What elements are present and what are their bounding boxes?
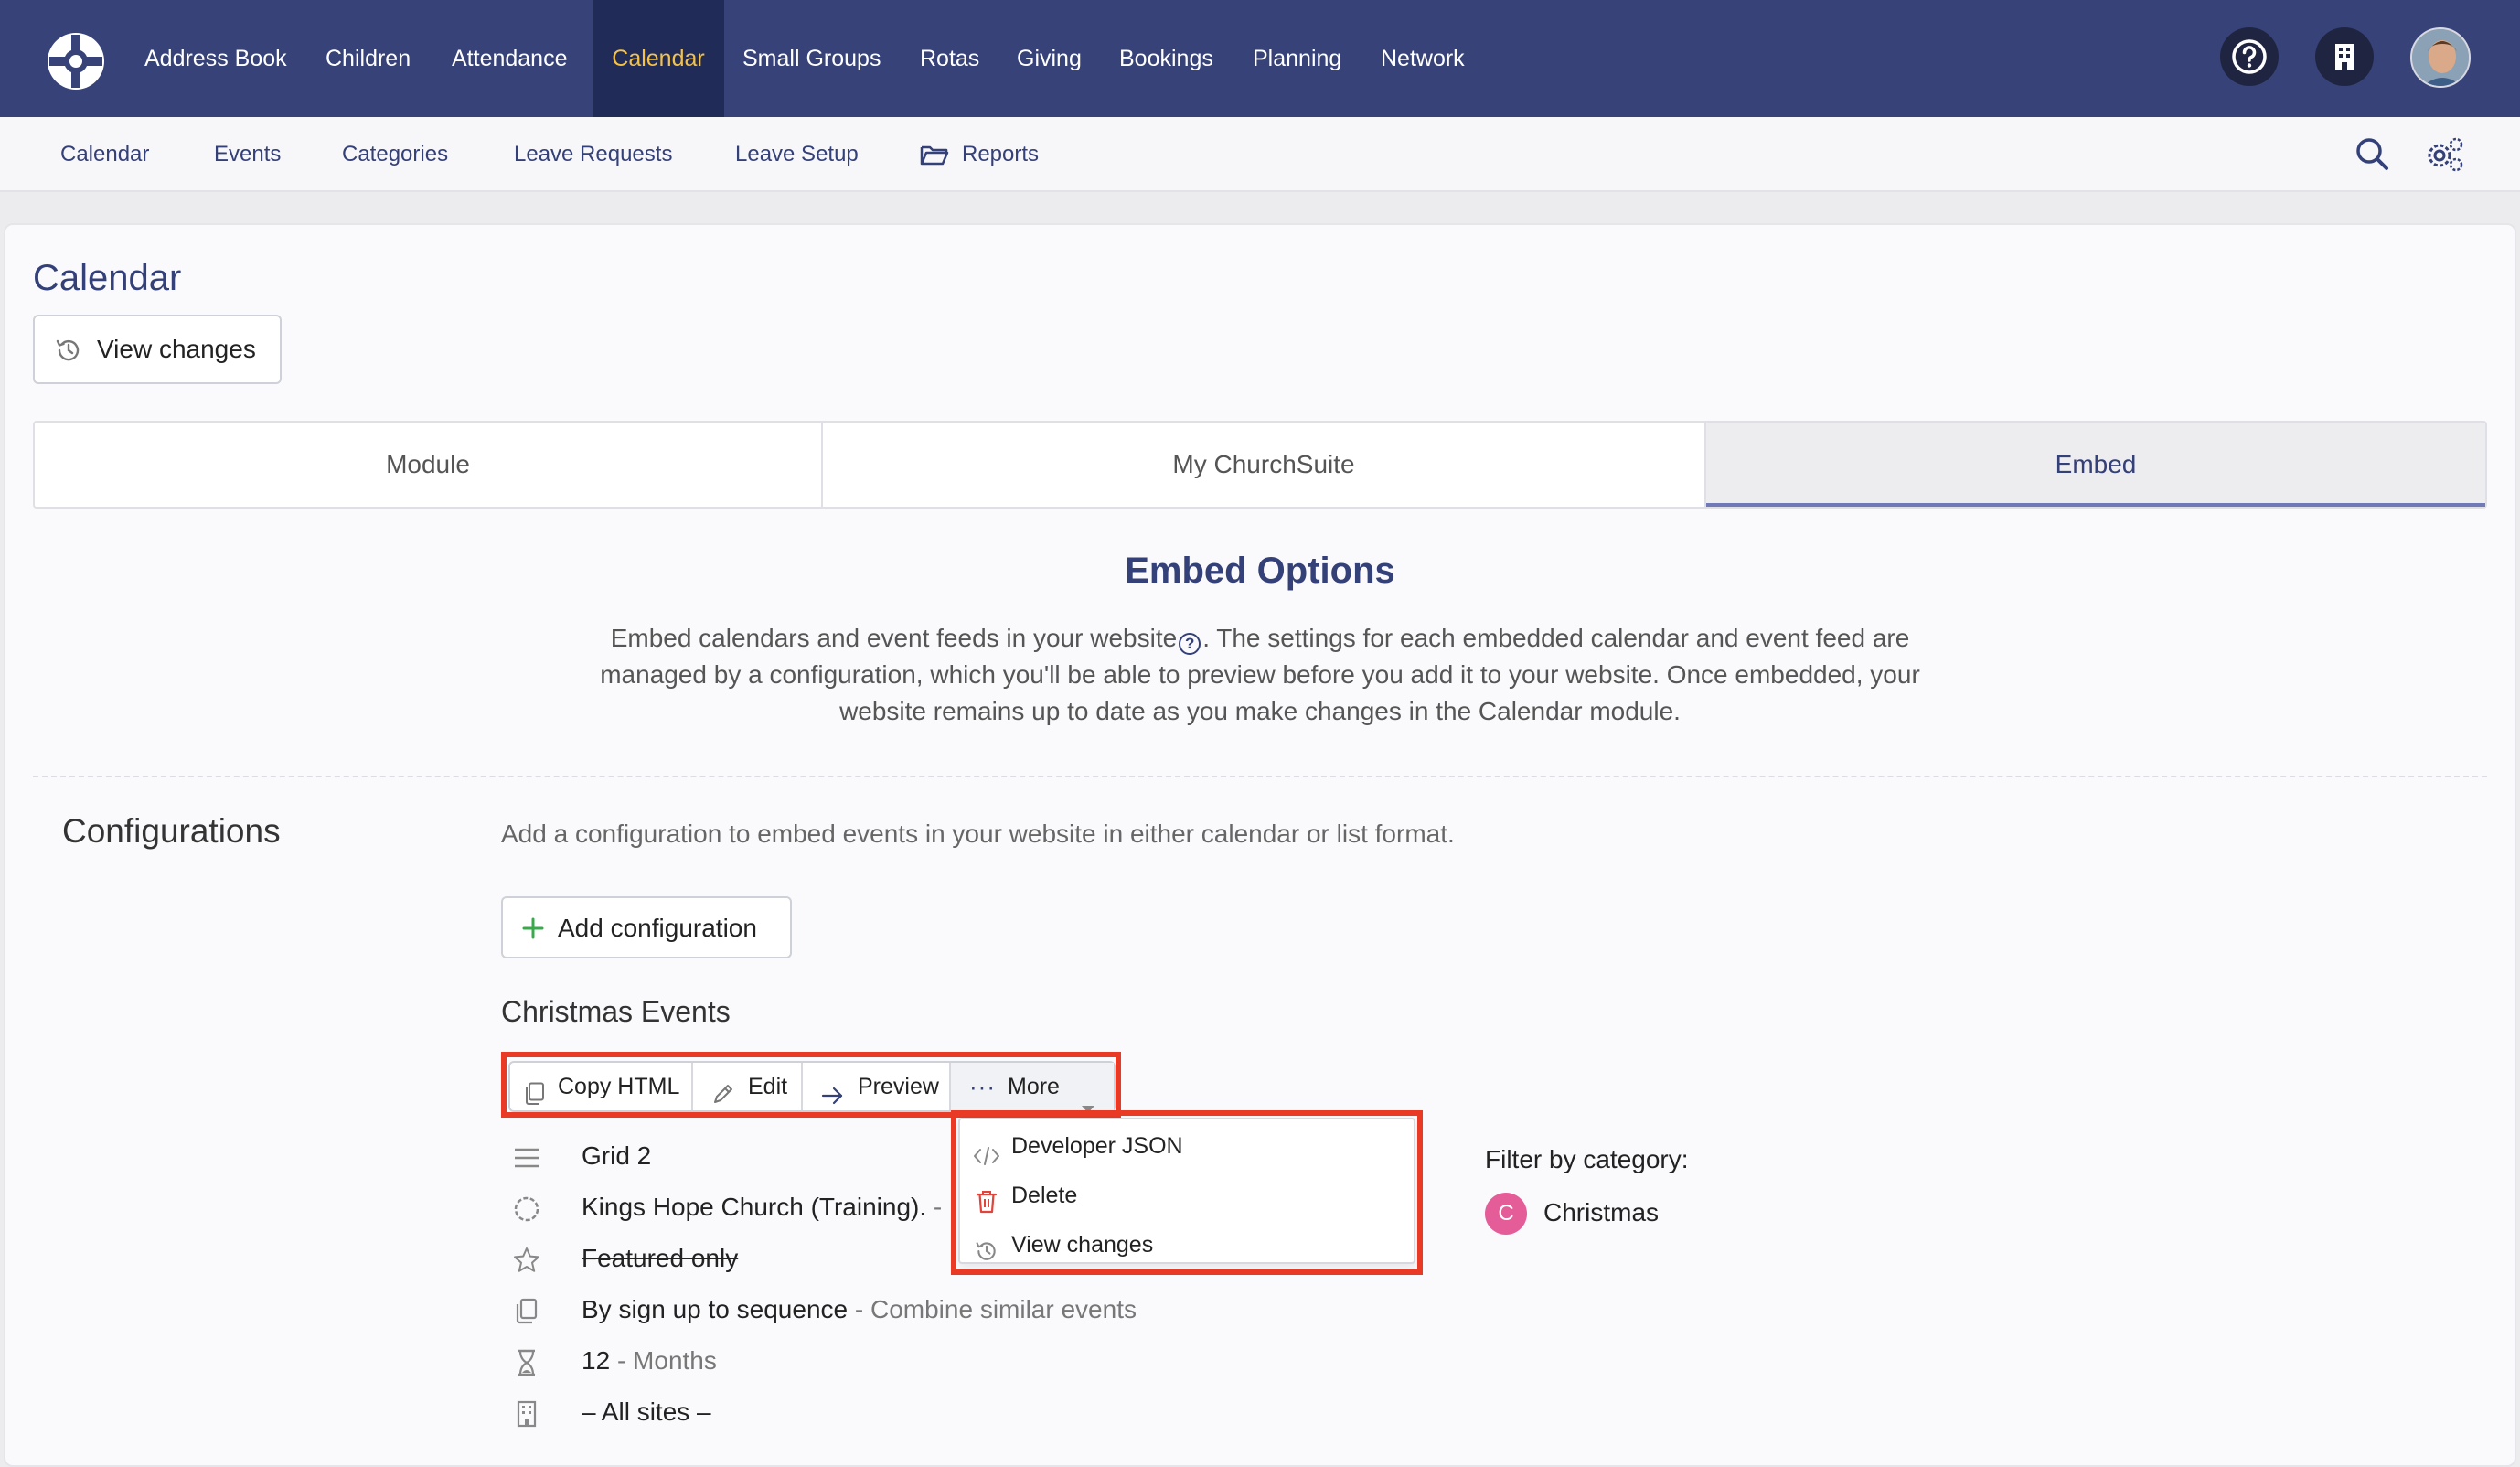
configurations-description: Add a configuration to embed events in y…	[501, 819, 1455, 848]
page-title: Calendar	[33, 258, 182, 298]
nav-bookings[interactable]: Bookings	[1119, 0, 1213, 117]
detail-site-value: Kings Hope Church (Training). -	[582, 1193, 942, 1222]
nav-planning[interactable]: Planning	[1253, 0, 1341, 117]
subnav-reports[interactable]: Reports	[962, 117, 1039, 192]
logo-icon[interactable]	[46, 31, 106, 91]
nav-attendance[interactable]: Attendance	[452, 0, 568, 117]
category-name: Christmas	[1543, 1198, 1660, 1226]
tab-module[interactable]: Module	[35, 423, 823, 507]
tab-embed[interactable]: Embed	[1706, 423, 2485, 507]
add-configuration-label: Add configuration	[558, 914, 757, 942]
embed-description-line-3: website remains up to date as you make c…	[839, 697, 1681, 725]
nav-small-groups[interactable]: Small Groups	[742, 0, 881, 117]
folder-icon	[920, 142, 949, 172]
subnav-calendar[interactable]: Calendar	[60, 117, 149, 192]
hourglass-icon	[512, 1348, 549, 1381]
filter-by-category-label: Filter by category:	[1485, 1145, 1689, 1173]
nav-calendar[interactable]: Calendar	[593, 0, 724, 117]
embed-description-line-1: Embed calendars and event feeds in your …	[0, 624, 2520, 655]
nav-network[interactable]: Network	[1381, 0, 1465, 117]
embed-description-line-2: managed by a configuration, which you'll…	[600, 660, 1920, 689]
nav-address-book[interactable]: Address Book	[144, 0, 287, 117]
top-navigation-bar: Address Book Children Attendance Calenda…	[0, 0, 2520, 117]
highlight-dropdown-outline	[951, 1110, 1423, 1275]
embed-description-post: . The settings for each embedded calenda…	[1202, 624, 1910, 652]
settings-icon[interactable]	[2425, 135, 2465, 178]
subnav-categories[interactable]: Categories	[342, 117, 448, 192]
help-icon[interactable]	[2220, 27, 2279, 86]
detail-duration-number: 12	[582, 1346, 611, 1375]
detail-layout-value: Grid 2	[582, 1141, 652, 1170]
embed-description-pre: Embed calendars and event feeds in your …	[610, 624, 1178, 652]
detail-sequence-value: By sign up to sequence - Combine similar…	[582, 1295, 1137, 1324]
detail-sequence-note: - Combine similar events	[854, 1295, 1137, 1323]
configurations-heading: Configurations	[62, 812, 281, 850]
detail-sites-value: – All sites –	[582, 1397, 711, 1426]
search-icon[interactable]	[2354, 135, 2390, 177]
detail-site-name: Kings Hope Church (Training).	[582, 1193, 927, 1221]
subnav-events[interactable]: Events	[214, 117, 281, 192]
subnav-leave-setup[interactable]: Leave Setup	[735, 117, 859, 192]
copy-icon	[512, 1297, 549, 1330]
configuration-name: Christmas Events	[501, 995, 731, 1028]
star-icon	[512, 1246, 549, 1279]
help-circle-icon[interactable]: ?	[1179, 633, 1201, 655]
tab-bar: Module My ChurchSuite Embed	[33, 421, 2487, 509]
detail-duration-unit: - Months	[616, 1346, 717, 1375]
divider	[33, 776, 2487, 777]
highlight-toolbar-outline	[501, 1052, 1121, 1118]
circle-icon	[512, 1194, 549, 1227]
list-icon	[512, 1143, 549, 1176]
view-changes-label: View changes	[97, 335, 256, 363]
view-changes-button[interactable]: View changes	[33, 315, 282, 384]
add-configuration-button[interactable]: Add configuration	[501, 896, 792, 958]
detail-duration-value: 12 - Months	[582, 1346, 717, 1376]
building-icon	[512, 1399, 549, 1432]
category-badge: C	[1485, 1193, 1527, 1235]
plus-icon	[521, 916, 545, 945]
sub-navigation-bar: Calendar Events Categories Leave Request…	[0, 117, 2520, 192]
nav-children[interactable]: Children	[326, 0, 411, 117]
building-icon[interactable]	[2315, 27, 2374, 86]
detail-sequence-label: By sign up to sequence	[582, 1295, 849, 1323]
tab-my-churchsuite[interactable]: My ChurchSuite	[823, 423, 1706, 507]
nav-rotas[interactable]: Rotas	[920, 0, 979, 117]
nav-giving[interactable]: Giving	[1017, 0, 1082, 117]
subnav-leave-requests[interactable]: Leave Requests	[514, 117, 672, 192]
embed-options-title: Embed Options	[1125, 551, 1395, 591]
avatar[interactable]	[2410, 27, 2471, 88]
history-icon	[55, 337, 82, 369]
detail-site-suffix: -	[933, 1193, 943, 1221]
detail-featured-value: Featured only	[582, 1244, 739, 1272]
